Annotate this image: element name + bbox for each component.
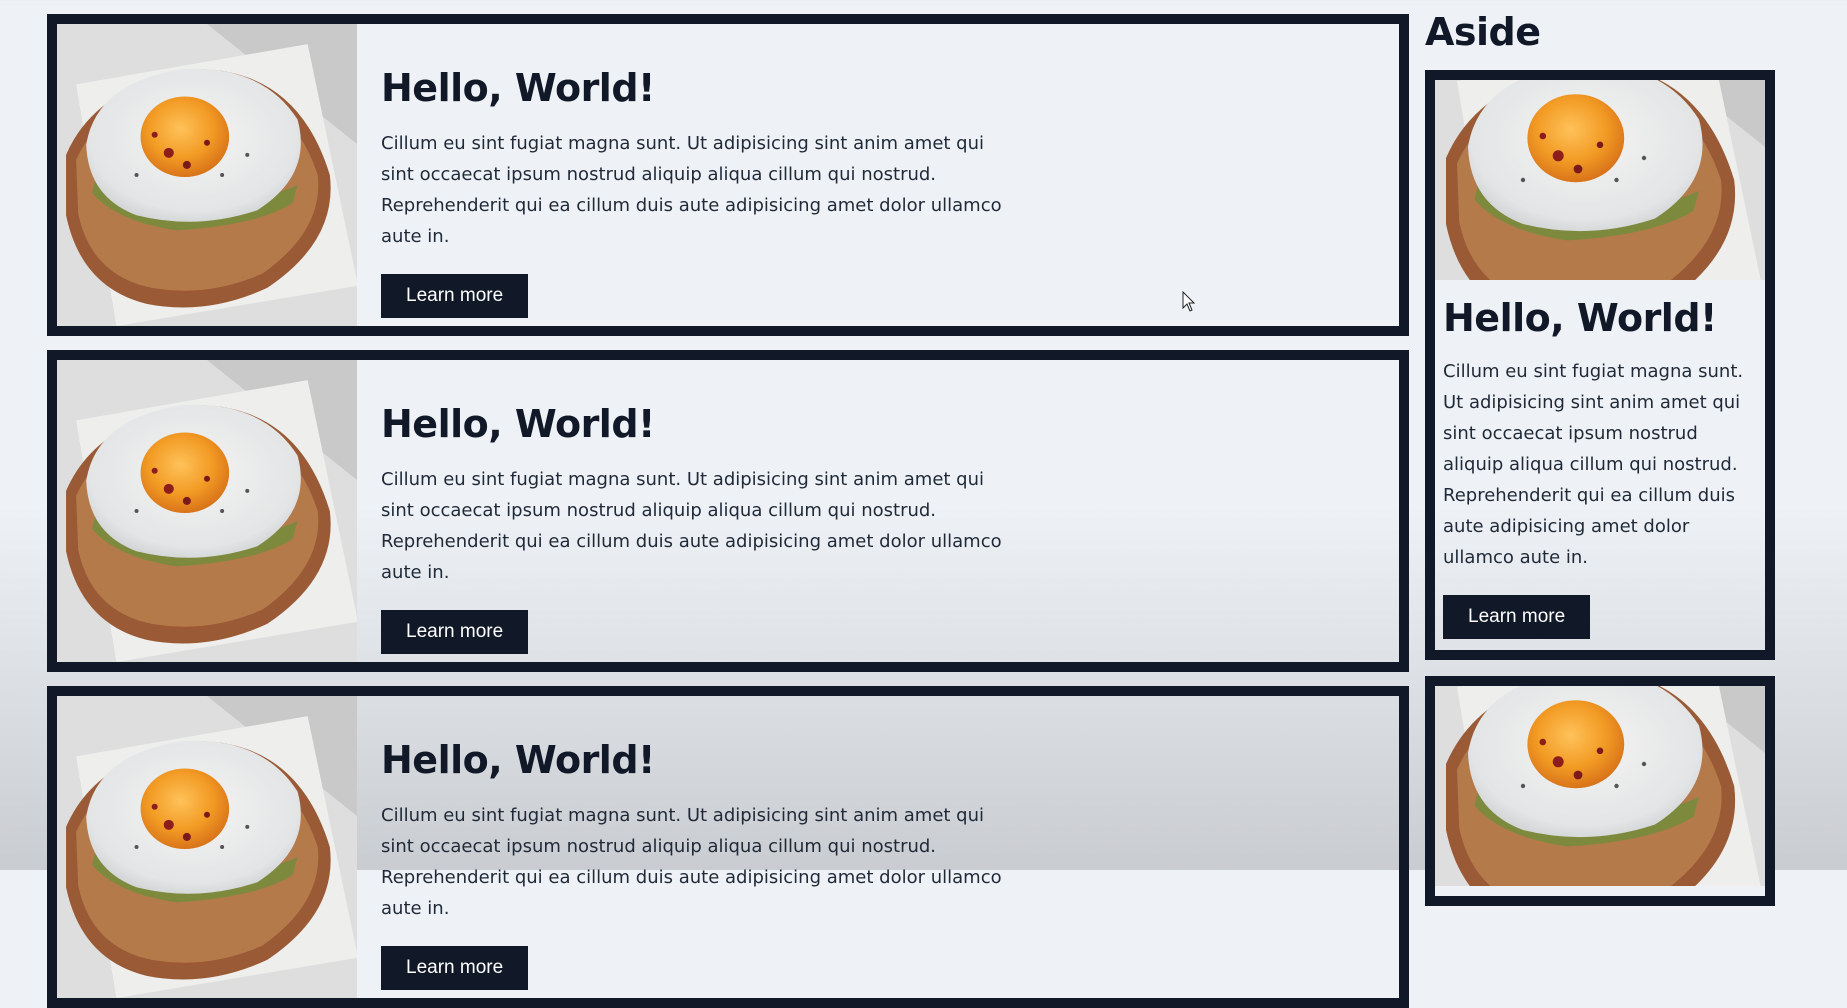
card-title: Hello, World! bbox=[381, 66, 655, 110]
card-text: Cillum eu sint fugiat magna sunt. Ut adi… bbox=[1443, 361, 1744, 568]
card-body: Hello, World! Cillum eu sint fugiat magn… bbox=[357, 24, 1045, 326]
egg-toast-image bbox=[57, 696, 357, 998]
card-title: Hello, World! bbox=[1443, 296, 1717, 340]
card-body: Hello, World! Cillum eu sint fugiat magn… bbox=[357, 696, 1045, 998]
egg-toast-graphic bbox=[57, 24, 357, 326]
learn-more-button[interactable]: Learn more bbox=[381, 946, 529, 990]
card-text: Cillum eu sint fugiat magna sunt. Ut adi… bbox=[381, 133, 1002, 247]
aside-card bbox=[1425, 676, 1775, 906]
card-text: Cillum eu sint fugiat magna sunt. Ut adi… bbox=[381, 805, 1002, 919]
content-card: Hello, World! Cillum eu sint fugiat magn… bbox=[47, 350, 1409, 672]
egg-toast-graphic bbox=[1435, 686, 1765, 886]
aside-card: Hello, World! Cillum eu sint fugiat magn… bbox=[1425, 70, 1775, 660]
card-body: Hello, World! Cillum eu sint fugiat magn… bbox=[1435, 280, 1765, 643]
card-title: Hello, World! bbox=[381, 402, 655, 446]
egg-toast-image bbox=[57, 360, 357, 662]
content-card: Hello, World! Cillum eu sint fugiat magn… bbox=[47, 686, 1409, 1008]
learn-more-button[interactable]: Learn more bbox=[1443, 595, 1591, 639]
egg-toast-graphic bbox=[57, 360, 357, 662]
egg-toast-image bbox=[1435, 80, 1765, 280]
egg-toast-image bbox=[57, 24, 357, 326]
mouse-cursor-icon bbox=[1182, 291, 1196, 312]
egg-toast-graphic bbox=[1435, 80, 1765, 280]
aside-heading: Aside bbox=[1425, 10, 1541, 54]
learn-more-button[interactable]: Learn more bbox=[381, 274, 529, 318]
egg-toast-graphic bbox=[57, 696, 357, 998]
card-title: Hello, World! bbox=[381, 738, 655, 782]
card-body: Hello, World! Cillum eu sint fugiat magn… bbox=[357, 360, 1045, 662]
egg-toast-image bbox=[1435, 686, 1765, 886]
card-text: Cillum eu sint fugiat magna sunt. Ut adi… bbox=[381, 469, 1002, 583]
content-card: Hello, World! Cillum eu sint fugiat magn… bbox=[47, 14, 1409, 336]
learn-more-button[interactable]: Learn more bbox=[381, 610, 529, 654]
